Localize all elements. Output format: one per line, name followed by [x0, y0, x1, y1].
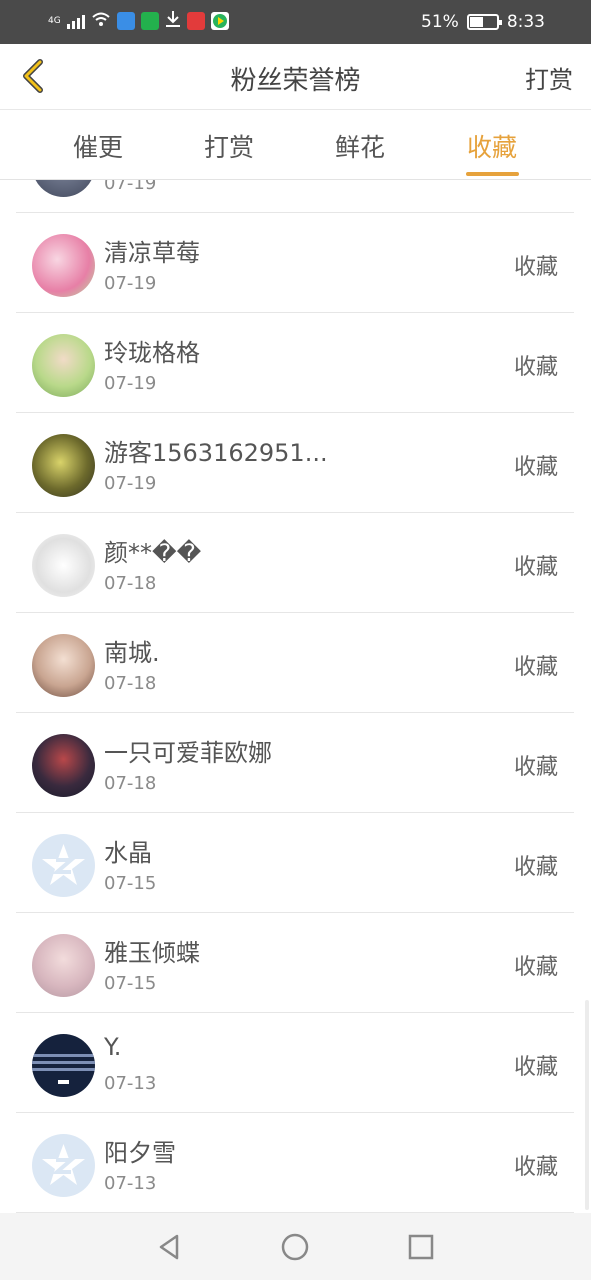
item-action-label: 收藏	[513, 1055, 558, 1080]
tab-flowers[interactable]: 鲜花	[320, 128, 400, 164]
download-icon	[165, 10, 181, 32]
avatar	[32, 334, 95, 397]
list-item[interactable]: 南城. 07-18 收藏	[16, 613, 574, 713]
tab-bar: 催更 打赏 鲜花 收藏	[0, 110, 591, 180]
item-date: 07-19	[104, 180, 157, 194]
default-avatar-icon	[42, 1144, 85, 1185]
list-item[interactable]: 07-19	[16, 180, 574, 213]
home-nav-button[interactable]	[279, 1231, 311, 1263]
item-date: 07-18	[104, 773, 157, 794]
item-name: 阳夕雪	[104, 1139, 176, 1167]
avatar-image	[32, 1054, 95, 1084]
fan-list[interactable]: 07-19 清凉草莓 07-19 收藏 玲珑格格 07-19 收藏 游客1563…	[0, 180, 591, 1213]
item-date: 07-18	[104, 673, 157, 694]
item-action-label: 收藏	[513, 755, 558, 780]
page-title: 粉丝荣誉榜	[230, 66, 361, 96]
circle-home-icon	[281, 1233, 309, 1261]
scrollbar[interactable]	[585, 1000, 589, 1210]
avatar	[32, 634, 95, 697]
recents-nav-button[interactable]	[405, 1231, 437, 1263]
list-item[interactable]: 雅玉倾蝶 07-15 收藏	[16, 913, 574, 1013]
tab-reward[interactable]: 打赏	[189, 128, 269, 164]
item-action-label: 收藏	[513, 555, 558, 580]
avatar	[32, 1034, 95, 1097]
item-action-label: 收藏	[513, 355, 558, 380]
avatar	[32, 734, 95, 797]
list-item[interactable]: 一只可爱菲欧娜 07-18 收藏	[16, 713, 574, 813]
triangle-back-icon	[159, 1234, 179, 1260]
battery-icon	[466, 14, 502, 30]
list-item[interactable]: 游客1563162951... 07-19 收藏	[16, 413, 574, 513]
item-date: 07-15	[104, 873, 157, 894]
avatar	[32, 1134, 95, 1197]
signal-icon	[66, 13, 85, 29]
list-item[interactable]: 水晶 07-15 收藏	[16, 813, 574, 913]
item-name: 水晶	[104, 839, 152, 867]
item-date: 07-18	[104, 573, 157, 594]
item-name: 雅玉倾蝶	[104, 939, 200, 967]
avatar	[32, 834, 95, 897]
wifi-icon	[91, 11, 111, 31]
item-name: 玲珑格格	[104, 339, 200, 367]
item-name: 清凉草莓	[104, 239, 200, 267]
clock: 8:33	[506, 12, 545, 32]
avatar	[32, 934, 95, 997]
avatar	[32, 180, 95, 197]
list-item[interactable]: Y. 07-13 收藏	[16, 1013, 574, 1113]
item-date: 07-19	[104, 273, 157, 294]
app-notification-icon	[140, 12, 159, 30]
default-avatar-icon	[42, 844, 85, 885]
item-name: Y.	[104, 1033, 122, 1061]
item-action-label: 收藏	[513, 955, 558, 980]
item-date: 07-13	[104, 1173, 157, 1194]
list-item[interactable]: 阳夕雪 07-13 收藏	[16, 1113, 574, 1213]
item-name: 颜**��	[104, 539, 202, 567]
item-name: 南城.	[104, 639, 160, 667]
item-date: 07-13	[104, 1073, 157, 1094]
news-app-icon	[186, 12, 205, 30]
item-name: 一只可爱菲欧娜	[104, 739, 272, 767]
reward-button[interactable]: 打赏	[525, 60, 573, 95]
item-date: 07-19	[104, 373, 157, 394]
item-date: 07-15	[104, 973, 157, 994]
item-date: 07-19	[104, 473, 157, 494]
video-app-icon	[210, 12, 229, 30]
avatar	[32, 434, 95, 497]
item-action-label: 收藏	[513, 255, 558, 280]
tab-favorites[interactable]: 收藏	[452, 128, 532, 164]
tab-urge[interactable]: 催更	[58, 128, 138, 164]
app-header: 粉丝荣誉榜 打赏	[0, 44, 591, 110]
status-bar: 4G 51% 8:33	[0, 0, 591, 44]
active-tab-indicator	[466, 172, 519, 176]
list-item[interactable]: 清凉草莓 07-19 收藏	[16, 213, 574, 313]
item-action-label: 收藏	[513, 855, 558, 880]
item-action-label: 收藏	[513, 455, 558, 480]
network-type-label: 4G	[48, 15, 61, 26]
item-name: 游客1563162951...	[104, 439, 328, 467]
list-item[interactable]: 玲珑格格 07-19 收藏	[16, 313, 574, 413]
avatar	[32, 234, 95, 297]
square-recents-icon	[408, 1234, 434, 1260]
item-action-label: 收藏	[513, 1155, 558, 1180]
avatar	[32, 534, 95, 597]
battery-percent: 51%	[421, 12, 459, 32]
item-action-label: 收藏	[513, 655, 558, 680]
app-notification-icon	[116, 12, 135, 30]
system-navigation-bar	[0, 1213, 591, 1280]
list-item[interactable]: 颜**�� 07-18 收藏	[16, 513, 574, 613]
back-nav-button[interactable]	[153, 1231, 185, 1263]
